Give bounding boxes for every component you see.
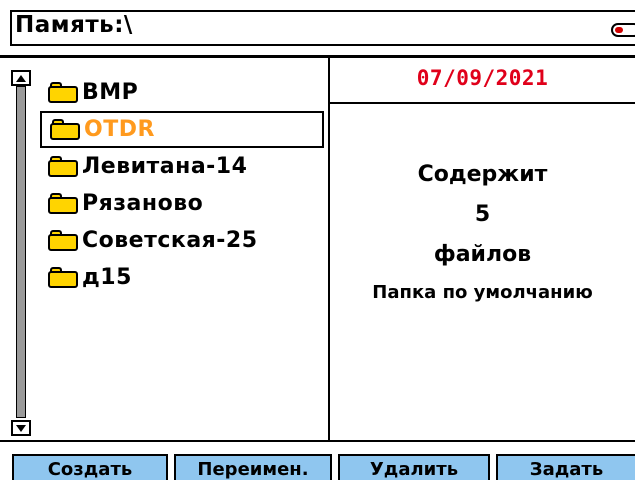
softkey-bar: Создать Переимен. Удалить Задать [0, 440, 635, 480]
folder-label: OTDR [84, 117, 155, 142]
folder-label: Советская-25 [82, 228, 258, 253]
folder-item-ryazanovo[interactable]: Рязаново [40, 185, 328, 222]
folder-icon [48, 267, 78, 288]
contains-label: Содержит [417, 162, 548, 187]
folder-icon [48, 82, 78, 103]
delete-button[interactable]: Удалить [338, 454, 490, 480]
folder-icon [48, 230, 78, 251]
files-label: файлов [433, 242, 532, 267]
folder-label: BMP [82, 80, 139, 105]
folder-item-sovetskaya-25[interactable]: Советская-25 [40, 222, 328, 259]
folder-label: Левитана-14 [82, 154, 248, 179]
scroll-track[interactable] [16, 86, 26, 418]
folder-item-d15[interactable]: д15 [40, 259, 328, 296]
folder-item-bmp[interactable]: BMP [40, 74, 328, 111]
folder-date: 07/09/2021 [416, 66, 549, 90]
scroll-down-button[interactable] [11, 420, 31, 436]
memory-path-title: Память:\ [15, 12, 133, 38]
folder-icon [50, 119, 80, 140]
folder-label: д15 [82, 265, 132, 290]
folder-item-otdr[interactable]: OTDR [40, 111, 324, 148]
header-bar: Память:\ [0, 0, 635, 58]
folder-icon [48, 193, 78, 214]
create-button[interactable]: Создать [12, 454, 168, 480]
vertical-scrollbar[interactable] [8, 70, 34, 436]
arrow-up-icon [16, 74, 26, 82]
folder-item-levitana-14[interactable]: Левитана-14 [40, 148, 328, 185]
scroll-up-button[interactable] [11, 70, 31, 86]
main-area: BMP OTDR Левитана-14 Рязаново Советская-… [0, 58, 635, 440]
default-folder-label: Папка по умолчанию [372, 282, 593, 303]
folder-label: Рязаново [82, 191, 204, 216]
set-button[interactable]: Задать [496, 454, 635, 480]
arrow-down-icon [16, 424, 26, 432]
file-count: 5 [474, 202, 491, 227]
folder-icon [48, 156, 78, 177]
folder-info-panel: 07/09/2021 Содержит 5 файлов Папка по ум… [330, 58, 635, 440]
folder-list: BMP OTDR Левитана-14 Рязаново Советская-… [40, 74, 328, 296]
rename-button[interactable]: Переимен. [174, 454, 332, 480]
battery-icon [611, 23, 635, 37]
info-separator [330, 102, 635, 104]
